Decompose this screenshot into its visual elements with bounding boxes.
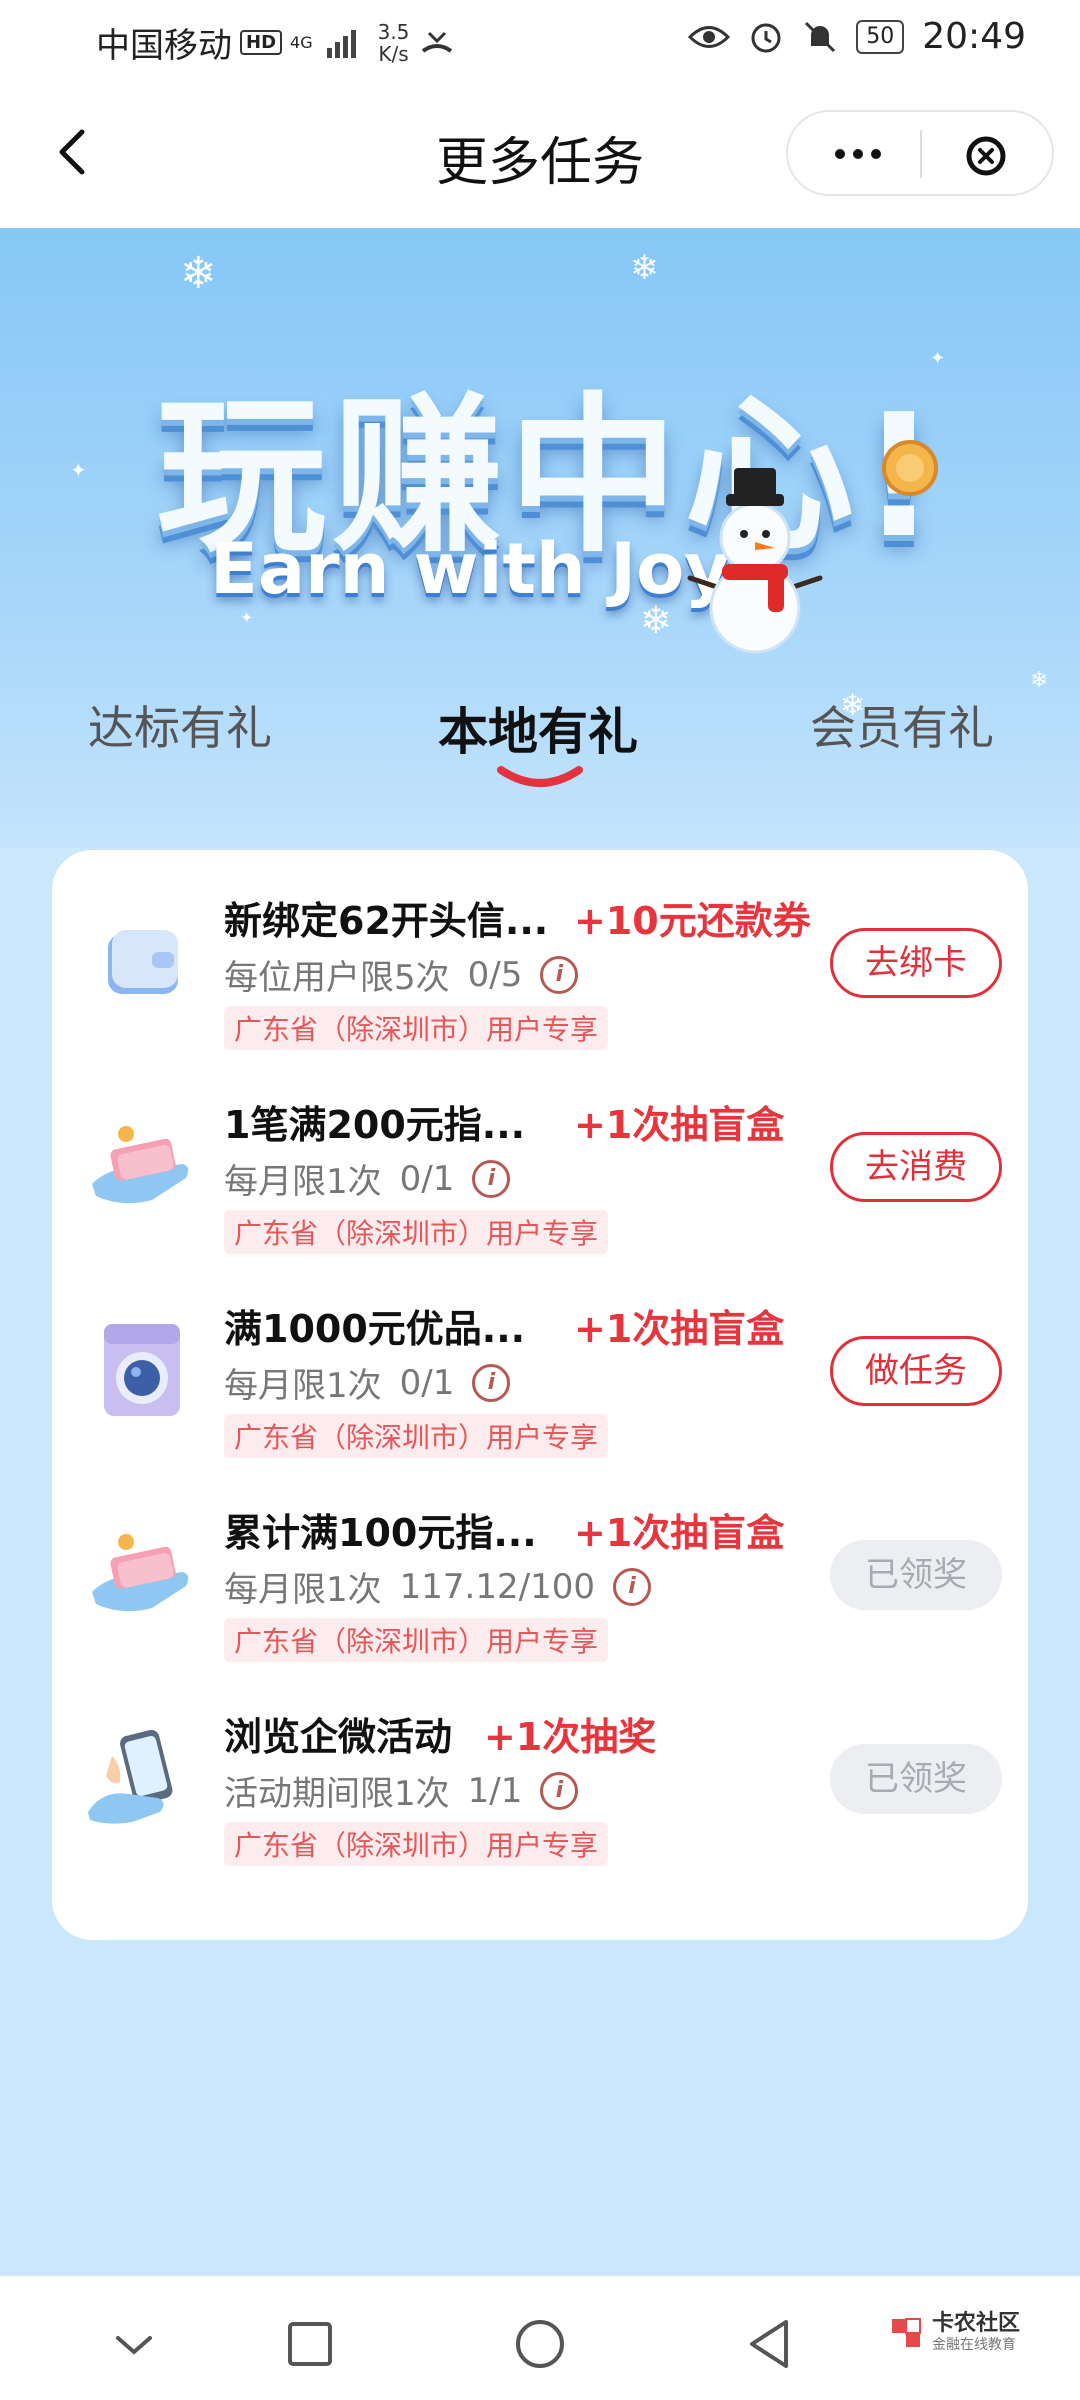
- task-item: 1笔满200元指... +1次抽盲盒 每月限1次 0/1 i 广东省（除深圳市）…: [52, 1074, 1028, 1278]
- watermark-subtitle: 金融在线教育: [931, 2337, 1016, 2353]
- task-limit: 活动期间限1次 1/1 i: [224, 1766, 579, 1815]
- progress-text: 0/1: [399, 1362, 455, 1403]
- network-type: 4G: [290, 32, 313, 52]
- region-tag: 广东省（除深圳市）用户专享: [224, 1006, 609, 1050]
- task-reward: +1次抽盲盒: [574, 1103, 785, 1147]
- task-limit: 每月限1次 0/1 i: [224, 1358, 511, 1407]
- task-list-card: 新绑定62开头信... +10元还款券 每位用户限5次 0/5 i 广东省（除深…: [52, 850, 1028, 1940]
- task-title: 累计满100元指...: [224, 1511, 537, 1555]
- status-bar: 中国移动 HD 4G 3.5 K/s 50 20:49: [0, 0, 1080, 80]
- info-icon[interactable]: i: [612, 1567, 651, 1606]
- task-limit: 每月限1次 117.12/100 i: [224, 1562, 651, 1611]
- snowman-icon: [687, 468, 823, 654]
- phone-hand-icon: [88, 1729, 173, 1824]
- wallet-icon: [108, 930, 178, 994]
- hero-subtitle: Earn with Joy: [210, 528, 730, 610]
- limit-text: 每位用户限5次: [224, 958, 450, 998]
- carrier-name: 中国移动: [96, 26, 232, 66]
- status-left: 中国移动 HD 4G 3.5 K/s: [96, 18, 457, 67]
- info-icon[interactable]: i: [472, 1363, 511, 1402]
- task-title: 新绑定62开头信...: [224, 899, 549, 943]
- active-tab-indicator: [497, 766, 583, 787]
- limit-text: 每月限1次: [224, 1366, 382, 1406]
- recent-apps-icon[interactable]: [280, 2314, 340, 2374]
- category-tabs: 达标有礼 本地有礼 会员有礼: [0, 670, 1080, 787]
- speed-unit: K/s: [378, 41, 409, 66]
- tab-member-reward[interactable]: 会员有礼: [810, 692, 994, 758]
- home-icon[interactable]: [510, 2314, 570, 2374]
- system-navigation-bar: 卡农社区 金融在线教育: [0, 2276, 1080, 2400]
- network-speed: 3.5 K/s: [378, 21, 410, 65]
- task-item: 累计满100元指... +1次抽盲盒 每月限1次 117.12/100 i 广东…: [52, 1482, 1028, 1686]
- task-reward: +1次抽奖: [484, 1715, 657, 1759]
- limit-text: 每月限1次: [224, 1162, 382, 1202]
- limit-text: 每月限1次: [224, 1570, 382, 1610]
- more-icon[interactable]: [818, 132, 898, 176]
- task-reward: +1次抽盲盒: [574, 1511, 785, 1555]
- progress-text: 0/5: [467, 954, 523, 995]
- region-tag: 广东省（除深圳市）用户专享: [224, 1822, 609, 1866]
- reward-claimed-button[interactable]: 已领奖: [830, 1540, 1002, 1610]
- task-item: 浏览企微活动 +1次抽奖 活动期间限1次 1/1 i 广东省（除深圳市）用户专享…: [52, 1686, 1028, 1890]
- status-right: 50 20:49: [688, 16, 1026, 57]
- capsule-divider: [920, 130, 922, 178]
- hd-badge: HD: [240, 30, 283, 55]
- tab-standard-reward[interactable]: 达标有礼: [88, 692, 272, 758]
- region-tag: 广东省（除深圳市）用户专享: [224, 1618, 609, 1662]
- go-spend-button[interactable]: 去消费: [830, 1132, 1002, 1202]
- mini-program-capsule: [786, 110, 1054, 196]
- nav-bar: 更多任务: [0, 80, 1080, 228]
- task-title: 浏览企微活动: [224, 1715, 453, 1759]
- bind-card-button[interactable]: 去绑卡: [830, 928, 1002, 998]
- back-triangle-icon[interactable]: [740, 2314, 800, 2374]
- task-title: 1笔满200元指...: [224, 1103, 526, 1147]
- task-limit: 每月限1次 0/1 i: [224, 1154, 511, 1203]
- progress-text: 117.12/100: [399, 1566, 595, 1607]
- eye-icon: [688, 25, 731, 48]
- task-item: 满1000元优品... +1次抽盲盒 每月限1次 0/1 i 广东省（除深圳市）…: [52, 1278, 1028, 1482]
- speed-value: 3.5: [377, 19, 410, 44]
- task-item: 新绑定62开头信... +10元还款券 每位用户限5次 0/5 i 广东省（除深…: [52, 870, 1028, 1074]
- task-limit: 每位用户限5次 0/5 i: [224, 950, 579, 999]
- signal-icon: [326, 28, 356, 58]
- close-icon[interactable]: [956, 126, 1016, 186]
- region-tag: 广东省（除深圳市）用户专享: [224, 1414, 609, 1458]
- info-icon[interactable]: i: [472, 1159, 511, 1198]
- region-tag: 广东省（除深圳市）用户专享: [224, 1210, 609, 1254]
- watermark-logo-icon: [891, 2318, 921, 2347]
- task-title: 满1000元优品...: [224, 1307, 526, 1351]
- washing-machine-icon: [104, 1324, 180, 1416]
- info-icon[interactable]: i: [540, 1771, 579, 1810]
- task-reward: +1次抽盲盒: [574, 1307, 785, 1351]
- alarm-icon: [751, 23, 781, 52]
- info-icon[interactable]: i: [540, 955, 579, 994]
- snowflake-icon: ✦: [70, 458, 87, 482]
- chevron-down-icon[interactable]: [104, 2314, 164, 2374]
- mute-bell-icon: [805, 21, 836, 52]
- limit-text: 活动期间限1次: [224, 1774, 450, 1814]
- clock: 20:49: [922, 16, 1026, 57]
- progress-text: 1/1: [467, 1770, 523, 1811]
- snowflake-icon: ❄: [180, 248, 217, 299]
- task-reward: +10元还款券: [574, 899, 811, 943]
- progress-text: 0/1: [399, 1158, 455, 1199]
- cash-hand-icon: [92, 1534, 189, 1612]
- watermark: 卡农社区 金融在线教育: [888, 2312, 1020, 2354]
- watermark-name: 卡农社区: [931, 2311, 1020, 2336]
- reward-claimed-button[interactable]: 已领奖: [830, 1744, 1002, 1814]
- snowflake-icon: ✦: [240, 608, 254, 627]
- do-task-button[interactable]: 做任务: [830, 1336, 1002, 1406]
- coin-icon: [882, 440, 938, 496]
- snowflake-icon: ❄: [630, 248, 659, 288]
- cash-hand-icon: [92, 1126, 189, 1204]
- missed-call-icon: [422, 31, 453, 53]
- battery-indicator: 50: [856, 19, 905, 54]
- tab-local-reward[interactable]: 本地有礼: [438, 692, 638, 764]
